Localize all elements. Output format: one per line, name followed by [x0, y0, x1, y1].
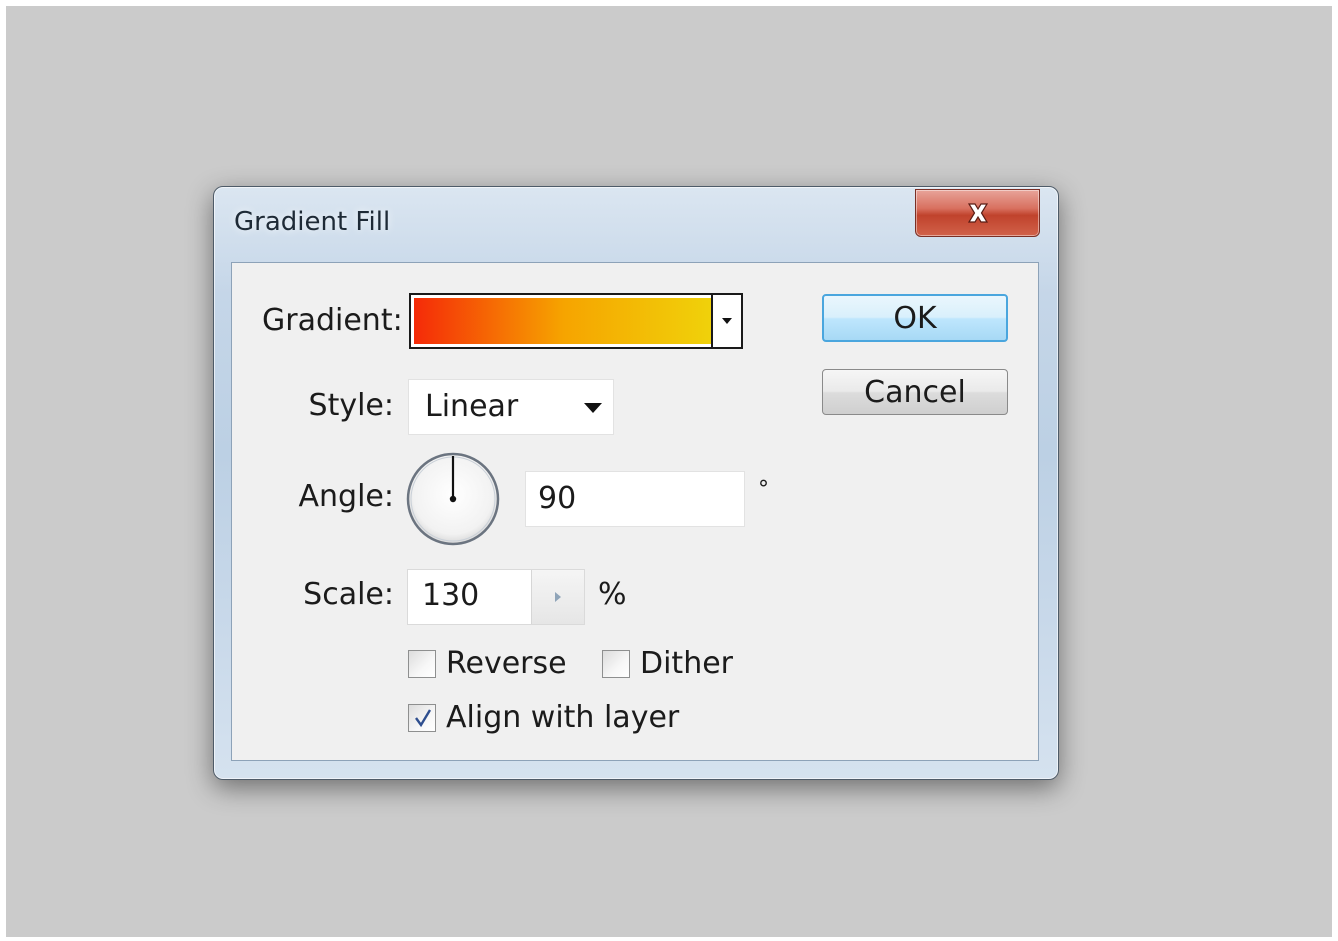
gradient-dropdown-button[interactable] [711, 295, 741, 347]
scale-slider-button[interactable] [531, 570, 584, 624]
scale-value: 130 [422, 578, 480, 613]
gradient-picker[interactable] [409, 293, 743, 349]
align-with-layer-option[interactable]: Align with layer [408, 700, 679, 735]
dialog-content: Gradient: Style: Linear Angle: 90 ° Scal… [231, 262, 1039, 761]
style-value: Linear [425, 389, 519, 424]
angle-label: Angle: [298, 479, 394, 514]
align-with-layer-checkbox[interactable] [408, 703, 436, 732]
gradient-preview[interactable] [414, 298, 713, 344]
angle-value: 90 [538, 481, 577, 516]
close-button[interactable] [915, 189, 1040, 237]
angle-input[interactable]: 90 [525, 471, 745, 527]
percent-unit: % [598, 577, 627, 612]
desktop-background: Gradient Fill Gradient: Style: Linear An… [6, 6, 1332, 937]
dither-option[interactable]: Dither [602, 646, 733, 681]
reverse-label: Reverse [446, 646, 567, 681]
ok-button[interactable]: OK [822, 294, 1008, 342]
gradient-label: Gradient: [262, 303, 403, 338]
chevron-down-icon [722, 318, 732, 324]
align-with-layer-label: Align with layer [446, 700, 680, 735]
reverse-checkbox[interactable] [408, 649, 436, 678]
dither-label: Dither [640, 646, 734, 681]
dither-checkbox[interactable] [602, 649, 630, 678]
style-label: Style: [308, 388, 394, 423]
reverse-option[interactable]: Reverse [408, 646, 567, 681]
cancel-button[interactable]: Cancel [822, 369, 1008, 415]
triangle-right-icon [555, 592, 561, 602]
scale-label: Scale: [303, 577, 394, 612]
scale-input[interactable]: 130 [407, 569, 585, 625]
angle-dial[interactable] [405, 451, 501, 547]
gradient-fill-dialog: Gradient Fill Gradient: Style: Linear An… [213, 186, 1059, 780]
dialog-title: Gradient Fill [234, 207, 391, 237]
checkmark-icon [415, 708, 432, 727]
degree-unit: ° [758, 477, 769, 502]
style-select[interactable]: Linear [408, 379, 614, 435]
chevron-down-icon [584, 403, 602, 413]
close-icon [967, 203, 988, 223]
